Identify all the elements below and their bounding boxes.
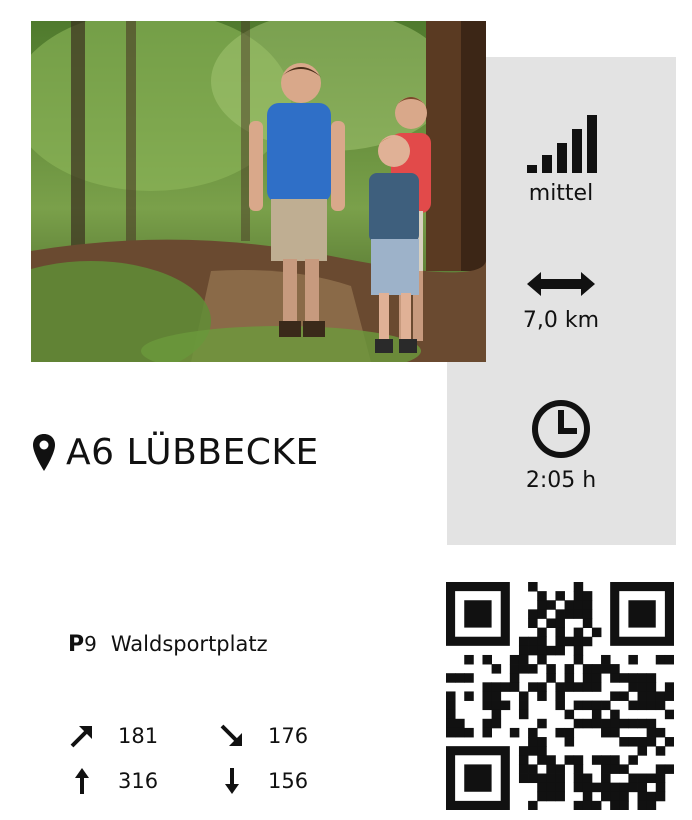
ascent-value: 181 — [118, 724, 159, 748]
hero-photo — [31, 21, 486, 362]
parking-badge: P — [68, 632, 85, 657]
difficulty-stat: mittel — [486, 113, 636, 206]
clock-icon — [532, 400, 590, 458]
descent-value: 176 — [268, 724, 309, 748]
distance-stat: 7,0 km — [486, 268, 636, 333]
distance-label: 7,0 km — [522, 308, 600, 333]
parking-name: Waldsportplatz — [110, 632, 268, 656]
max-elevation-value: 316 — [118, 769, 159, 793]
arrow-up-icon — [75, 768, 89, 794]
arrow-up-right-icon — [70, 726, 92, 748]
arrow-down-right-icon — [220, 724, 242, 746]
arrow-down-icon — [225, 768, 239, 794]
ascent-metric: 181 — [68, 722, 158, 750]
qr-code[interactable] — [446, 582, 675, 811]
route-title: A6 LÜBBECKE — [32, 432, 319, 473]
map-pin-icon — [33, 433, 55, 471]
min-elevation-value: 156 — [268, 769, 309, 793]
page-title: A6 LÜBBECKE — [66, 432, 319, 473]
max-elevation-metric: 316 — [68, 766, 158, 796]
duration-label: 2:05 h — [525, 468, 597, 493]
duration-stat: 2:05 h — [486, 398, 636, 493]
qr-code-image — [446, 582, 675, 811]
parking-number: 9 — [84, 632, 97, 656]
descent-metric: 176 — [218, 722, 308, 750]
min-elevation-metric: 156 — [218, 766, 308, 796]
signal-bars-icon — [527, 115, 597, 173]
difficulty-label: mittel — [528, 181, 594, 206]
parking-info: P 9 Waldsportplatz — [68, 632, 268, 657]
double-arrow-icon — [527, 272, 595, 296]
